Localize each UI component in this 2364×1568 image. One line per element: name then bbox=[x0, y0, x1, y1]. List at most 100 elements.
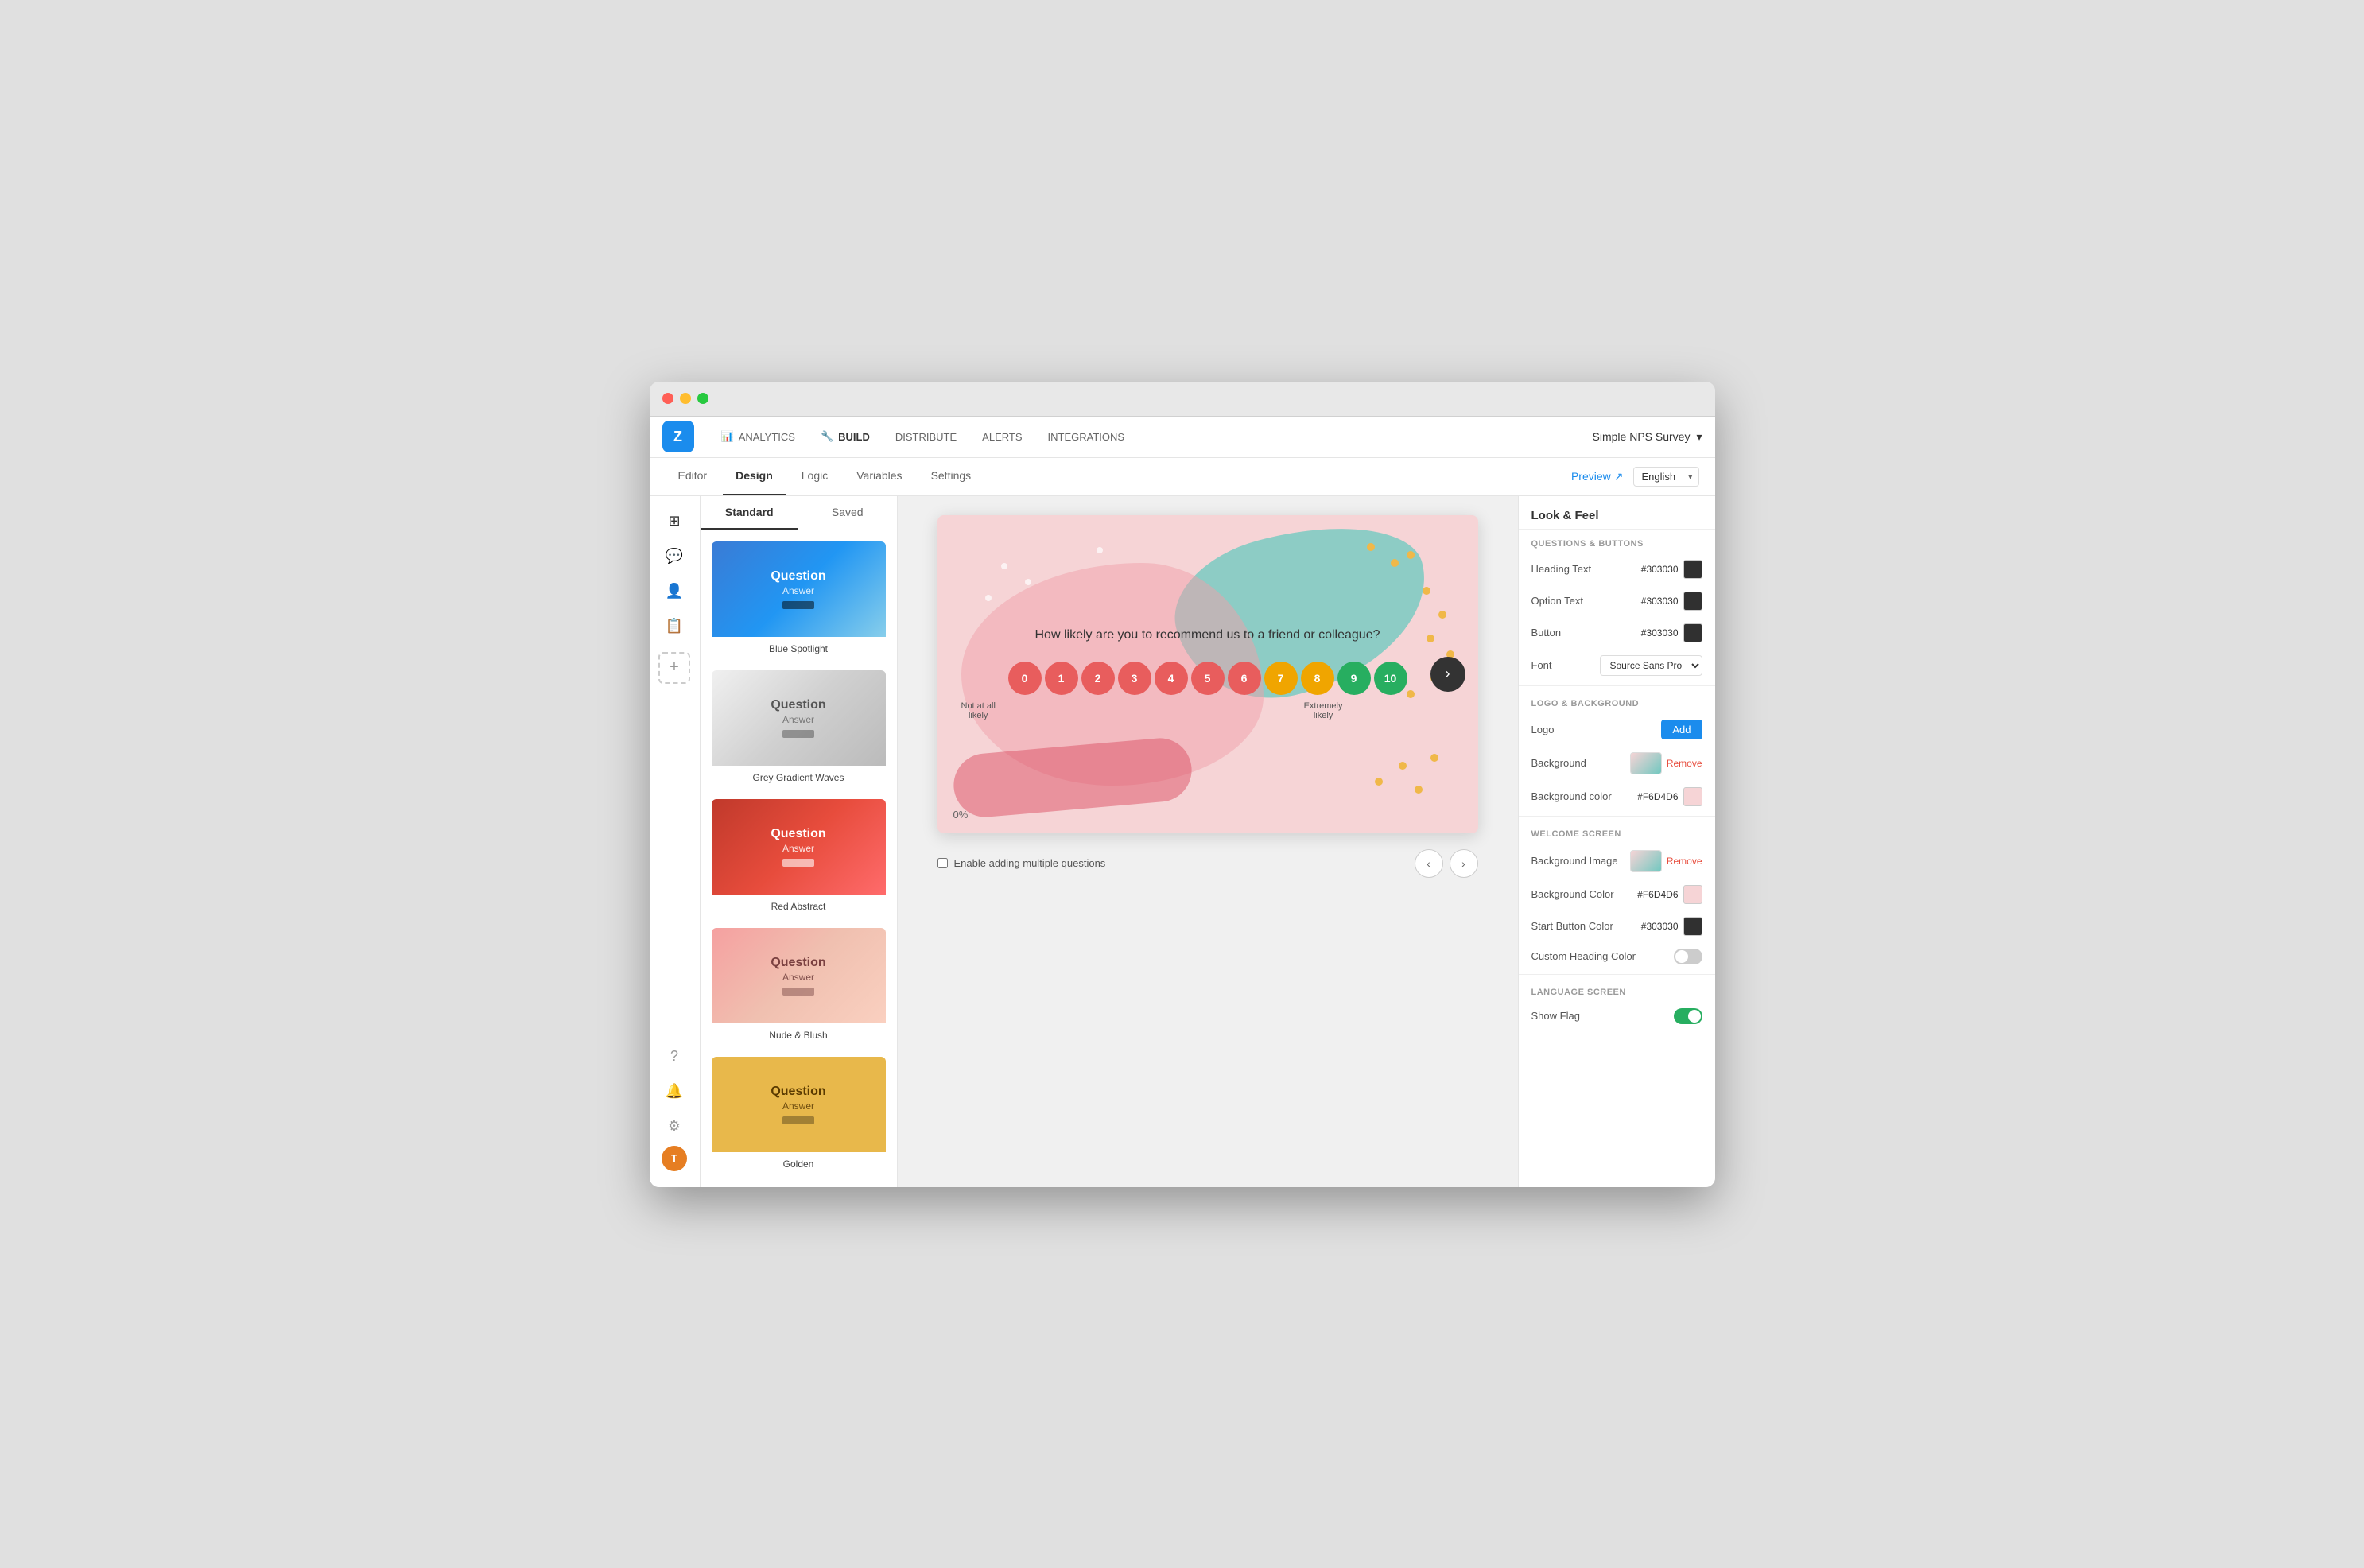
show-flag-toggle[interactable] bbox=[1674, 1008, 1702, 1024]
theme-blue-spotlight[interactable]: Question Answer Blue Spotlight bbox=[710, 540, 887, 662]
nps-btn-5[interactable]: 5 bbox=[1191, 662, 1225, 695]
main-area: ⊞ 💬 👤 📋 + ? 🔔 ⚙ T Standard Saved bbox=[650, 496, 1715, 1187]
sidebar-icon-help[interactable]: ? bbox=[658, 1041, 690, 1073]
tab-logic[interactable]: Logic bbox=[789, 457, 840, 495]
nav-arrows: ‹ › bbox=[1415, 849, 1478, 878]
nav-build[interactable]: 🔧 BUILD bbox=[809, 424, 881, 449]
sidebar-icon-clipboard[interactable]: 📋 bbox=[658, 611, 690, 642]
nps-btn-8[interactable]: 8 bbox=[1301, 662, 1334, 695]
language-selector-wrapper: English bbox=[1633, 467, 1699, 487]
custom-heading-toggle[interactable] bbox=[1674, 949, 1702, 964]
sidebar-bottom: ? 🔔 ⚙ T bbox=[658, 1041, 690, 1178]
nps-btn-10[interactable]: 10 bbox=[1374, 662, 1407, 695]
row-custom-heading: Custom Heading Color bbox=[1519, 942, 1715, 971]
option-text-color: #303030 bbox=[1641, 592, 1702, 611]
theme-nude-blush[interactable]: Question Answer Nude & Blush bbox=[710, 926, 887, 1049]
label-bg-color: Background color bbox=[1531, 790, 1612, 802]
nav-integrations[interactable]: INTEGRATIONS bbox=[1037, 425, 1136, 449]
theme-name-blue: Blue Spotlight bbox=[712, 637, 886, 661]
theme-preview-red: Question Answer bbox=[712, 799, 886, 895]
remove-background-link[interactable]: Remove bbox=[1667, 758, 1702, 769]
preview-button[interactable]: Preview ↗ bbox=[1571, 470, 1624, 483]
theme-name-golden: Golden bbox=[712, 1152, 886, 1176]
remove-welcome-bg-link[interactable]: Remove bbox=[1667, 856, 1702, 867]
theme-golden[interactable]: Question Answer Golden bbox=[710, 1055, 887, 1178]
nav-distribute[interactable]: DISTRIBUTE bbox=[884, 425, 968, 449]
row-option-text: Option Text #303030 bbox=[1519, 585, 1715, 617]
bg-color-hex: #F6D4D6 bbox=[1637, 791, 1678, 802]
sidebar-icon-bell[interactable]: 🔔 bbox=[658, 1076, 690, 1108]
nav-alerts[interactable]: ALERTS bbox=[971, 425, 1033, 449]
survey-selector[interactable]: Simple NPS Survey ▾ bbox=[1593, 430, 1702, 444]
option-text-hex: #303030 bbox=[1641, 596, 1679, 607]
sidebar-icon-grid[interactable]: ⊞ bbox=[658, 506, 690, 538]
logo[interactable]: Z bbox=[662, 421, 694, 452]
add-logo-button[interactable]: Add bbox=[1661, 720, 1702, 739]
sidebar-icon-user[interactable]: 👤 bbox=[658, 576, 690, 607]
next-arrow[interactable]: › bbox=[1450, 849, 1478, 878]
option-text-swatch[interactable] bbox=[1683, 592, 1702, 611]
language-selector[interactable]: English bbox=[1633, 467, 1699, 487]
theme-grey-waves[interactable]: Question Answer Grey Gradient Waves bbox=[710, 669, 887, 791]
tab-standard[interactable]: Standard bbox=[701, 496, 799, 530]
avatar[interactable]: T bbox=[662, 1146, 687, 1171]
label-background: Background bbox=[1531, 757, 1586, 769]
theme-panel: Standard Saved Question Answer Blue Spot… bbox=[701, 496, 898, 1187]
background-controls: Remove bbox=[1630, 752, 1702, 774]
theme-preview-golden: Question Answer bbox=[712, 1057, 886, 1152]
nps-btn-3[interactable]: 3 bbox=[1118, 662, 1151, 695]
theme-name-nude: Nude & Blush bbox=[712, 1023, 886, 1047]
background-preview bbox=[1630, 752, 1662, 774]
row-button: Button #303030 bbox=[1519, 617, 1715, 649]
heading-text-swatch[interactable] bbox=[1683, 560, 1702, 579]
sub-nav: Editor Design Logic Variables Settings P… bbox=[650, 458, 1715, 496]
nps-btn-7[interactable]: 7 bbox=[1264, 662, 1298, 695]
tab-variables[interactable]: Variables bbox=[844, 457, 914, 495]
survey-content: How likely are you to recommend us to a … bbox=[961, 628, 1454, 720]
tab-editor[interactable]: Editor bbox=[666, 457, 720, 495]
bg-color-controls: #F6D4D6 bbox=[1637, 787, 1702, 806]
button-hex: #303030 bbox=[1641, 627, 1679, 638]
tab-settings[interactable]: Settings bbox=[918, 457, 984, 495]
maximize-dot[interactable] bbox=[697, 393, 708, 404]
nps-btn-1[interactable]: 1 bbox=[1045, 662, 1078, 695]
row-background-color: Background color #F6D4D6 bbox=[1519, 781, 1715, 813]
checkbox-label[interactable]: Enable adding multiple questions bbox=[937, 857, 1106, 869]
start-btn-swatch[interactable] bbox=[1683, 917, 1702, 936]
section-language: LANGUAGE SCREEN bbox=[1519, 978, 1715, 1002]
survey-question: How likely are you to recommend us to a … bbox=[961, 628, 1454, 642]
multiple-questions-checkbox[interactable] bbox=[937, 858, 948, 868]
nav-analytics[interactable]: 📊 ANALYTICS bbox=[710, 424, 806, 449]
welcome-bg-controls: Remove bbox=[1630, 850, 1702, 872]
prev-arrow[interactable]: ‹ bbox=[1415, 849, 1443, 878]
start-btn-color-controls: #303030 bbox=[1641, 917, 1702, 936]
sidebar-icon-chat[interactable]: 💬 bbox=[658, 541, 690, 572]
next-button[interactable]: › bbox=[1430, 657, 1465, 692]
button-color: #303030 bbox=[1641, 623, 1702, 642]
nps-btn-6[interactable]: 6 bbox=[1228, 662, 1261, 695]
nps-btn-9[interactable]: 9 bbox=[1337, 662, 1371, 695]
tab-saved[interactable]: Saved bbox=[798, 496, 897, 530]
font-selector[interactable]: Source Sans Pro bbox=[1600, 655, 1702, 676]
close-dot[interactable] bbox=[662, 393, 673, 404]
minimize-dot[interactable] bbox=[680, 393, 691, 404]
welcome-bg-preview bbox=[1630, 850, 1662, 872]
canvas-footer: Enable adding multiple questions ‹ › bbox=[937, 841, 1478, 886]
theme-red-abstract[interactable]: Question Answer Red Abstract bbox=[710, 798, 887, 920]
welcome-bg-swatch[interactable] bbox=[1683, 885, 1702, 904]
nps-scale: 0 1 2 3 4 5 6 7 8 9 10 bbox=[961, 662, 1454, 695]
tab-design[interactable]: Design bbox=[723, 457, 786, 495]
label-not-at-all: Not at alllikely bbox=[961, 701, 996, 720]
button-swatch[interactable] bbox=[1683, 623, 1702, 642]
nps-btn-0[interactable]: 0 bbox=[1008, 662, 1042, 695]
app-window: Z 📊 ANALYTICS 🔧 BUILD DISTRIBUTE ALERTS … bbox=[650, 382, 1715, 1187]
row-logo: Logo Add bbox=[1519, 713, 1715, 746]
welcome-bg-hex: #F6D4D6 bbox=[1637, 889, 1678, 900]
bg-color-swatch[interactable] bbox=[1683, 787, 1702, 806]
theme-name-grey: Grey Gradient Waves bbox=[712, 766, 886, 790]
theme-preview-grey: Question Answer bbox=[712, 670, 886, 766]
nps-btn-4[interactable]: 4 bbox=[1155, 662, 1188, 695]
sidebar-icon-settings[interactable]: ⚙ bbox=[658, 1111, 690, 1143]
sidebar-icon-add[interactable]: + bbox=[658, 652, 690, 684]
nps-btn-2[interactable]: 2 bbox=[1081, 662, 1115, 695]
